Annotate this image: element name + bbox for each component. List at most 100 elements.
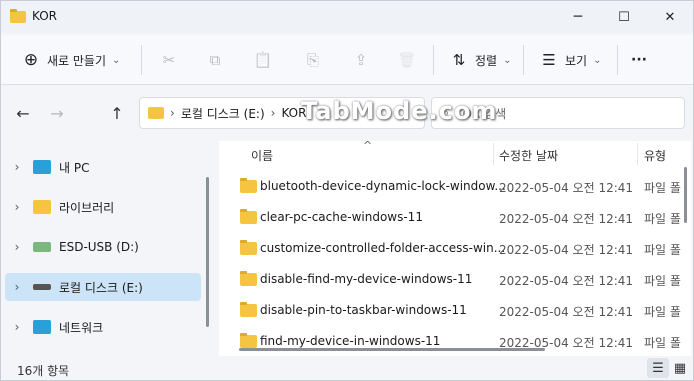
- paste-button[interactable]: 📋: [253, 35, 273, 85]
- sidebar-item-label: ESD-USB (D:): [59, 240, 139, 254]
- sidebar-item-label: 내 PC: [59, 160, 90, 175]
- file-name: disable-pin-to-taskbar-windows-11: [260, 303, 467, 317]
- view-label: 보기: [565, 53, 588, 68]
- file-name: customize-controlled-folder-access-win..…: [260, 241, 506, 255]
- chevron-right-icon[interactable]: ›: [7, 280, 27, 294]
- file-modified: 2022-05-04 오전 12:41: [499, 181, 634, 195]
- rename-icon: ⎘: [306, 51, 319, 69]
- view-icon: ☰: [542, 51, 556, 69]
- sidebar-item-libraries[interactable]: › 라이브러리: [5, 193, 201, 221]
- chevron-right-icon[interactable]: ›: [7, 200, 27, 214]
- folder-icon: [240, 271, 257, 286]
- share-button[interactable]: ⇪: [351, 35, 371, 85]
- sort-label: 정렬: [475, 53, 498, 68]
- horizontal-scrollbar[interactable]: [239, 348, 545, 351]
- network-icon: [33, 320, 51, 334]
- file-type: 파일 폴: [644, 274, 681, 288]
- forward-button[interactable]: →: [45, 101, 69, 125]
- toolbar-divider: [433, 45, 434, 75]
- details-view-icon: ☰: [652, 360, 664, 376]
- chevron-down-icon: ⌄: [112, 54, 121, 66]
- file-list: ^ 이름 수정한 날짜 유형 bluetooth-device-dynamic-…: [219, 141, 691, 356]
- up-button: [79, 101, 97, 125]
- chevron-down-icon: ⌄: [593, 54, 602, 66]
- breadcrumb-separator: ›: [170, 106, 175, 120]
- folder-icon: [240, 302, 257, 317]
- breadcrumb-drive[interactable]: 로컬 디스크 (E:): [181, 105, 265, 122]
- more-icon: ···: [631, 52, 647, 68]
- table-row[interactable]: customize-controlled-folder-access-win..…: [219, 233, 681, 264]
- folder-icon: [148, 107, 164, 119]
- vertical-scrollbar[interactable]: [684, 167, 687, 223]
- plus-icon: ⊕: [23, 50, 39, 70]
- minimize-button[interactable]: ─: [555, 1, 601, 33]
- column-header-type[interactable]: 유형: [644, 147, 666, 164]
- sort-button[interactable]: ⇅ 정렬 ⌄: [449, 35, 512, 85]
- table-row[interactable]: bluetooth-device-dynamic-lock-window... …: [219, 171, 681, 202]
- maximize-button[interactable]: ☐: [601, 1, 647, 33]
- item-count: 16개 항목: [17, 364, 70, 378]
- table-row[interactable]: clear-pc-cache-windows-11 2022-05-04 오전 …: [219, 202, 681, 233]
- column-divider[interactable]: [493, 143, 494, 165]
- folder-icon: [240, 209, 257, 224]
- trash-icon: 🗑: [397, 51, 417, 69]
- toolbar-divider: [617, 45, 618, 75]
- title-bar: KOR ─ ☐ ✕: [1, 1, 693, 33]
- rename-button[interactable]: ⎘: [303, 35, 323, 85]
- up-button[interactable]: ↑: [105, 101, 129, 125]
- sort-arrow-icon: ^: [363, 141, 373, 152]
- chevron-right-icon[interactable]: ›: [7, 240, 27, 254]
- file-modified: 2022-05-04 오전 12:41: [499, 305, 634, 319]
- toolbar-divider: [141, 45, 142, 75]
- share-icon: ⇪: [354, 51, 368, 69]
- sidebar-item-label: 네트워크: [59, 320, 104, 335]
- sidebar-item-label: 라이브러리: [59, 200, 115, 215]
- drive-icon: [33, 284, 51, 290]
- details-view-button[interactable]: ☰: [647, 358, 669, 378]
- window-title: KOR: [32, 9, 57, 23]
- file-modified: 2022-05-04 오전 12:41: [499, 274, 634, 288]
- file-type: 파일 폴: [644, 181, 681, 195]
- tiles-view-icon: ▦: [673, 360, 687, 376]
- delete-button[interactable]: 🗑: [397, 35, 417, 85]
- breadcrumb-separator: ›: [270, 106, 276, 120]
- cut-button[interactable]: ✂: [159, 35, 179, 85]
- table-row[interactable]: disable-pin-to-taskbar-windows-11 2022-0…: [219, 295, 681, 326]
- folder-icon: [240, 333, 257, 348]
- sidebar-scrollbar[interactable]: [206, 177, 209, 327]
- file-type: 파일 폴: [644, 305, 681, 319]
- sidebar-item-this-pc[interactable]: › 내 PC: [5, 153, 201, 181]
- view-button[interactable]: ☰ 보기 ⌄: [539, 35, 601, 85]
- table-row[interactable]: find-my-device-in-windows-11 2022-05-04 …: [219, 326, 681, 356]
- more-button[interactable]: ···: [631, 35, 647, 85]
- copy-icon: ⧉: [209, 51, 221, 69]
- sidebar-item-network[interactable]: › 네트워크: [5, 313, 201, 341]
- navigation-pane: › 내 PC › 라이브러리 › ESD-USB (D:) › 로컬 디스크 (…: [1, 141, 206, 356]
- column-header-modified[interactable]: 수정한 날짜: [499, 147, 558, 164]
- column-headers: ^ 이름 수정한 날짜 유형: [219, 141, 691, 167]
- chevron-right-icon[interactable]: ›: [7, 160, 27, 174]
- tiles-view-button[interactable]: ▦: [669, 358, 691, 378]
- file-name: clear-pc-cache-windows-11: [260, 210, 423, 224]
- new-button[interactable]: ⊕ 새로 만들기 ⌄: [21, 35, 121, 85]
- toolbar-divider: [523, 45, 524, 75]
- sidebar-item-usb-drive[interactable]: › ESD-USB (D:): [5, 233, 201, 261]
- sidebar-item-local-disk[interactable]: › 로컬 디스크 (E:): [5, 273, 201, 301]
- column-header-name[interactable]: 이름: [251, 147, 273, 164]
- sidebar-item-label: 로컬 디스크 (E:): [59, 280, 143, 295]
- file-modified: 2022-05-04 오전 12:41: [499, 243, 634, 257]
- file-name: disable-find-my-device-windows-11: [260, 272, 473, 286]
- file-type: 파일 폴: [644, 336, 681, 350]
- column-divider[interactable]: [637, 143, 638, 165]
- command-bar: ⊕ 새로 만들기 ⌄ ✂ ⧉ 📋 ⎘ ⇪ 🗑 ⇅ 정렬 ⌄ ☰ 보기 ⌄ ···: [1, 35, 693, 85]
- close-button[interactable]: ✕: [647, 1, 693, 33]
- table-row[interactable]: disable-find-my-device-windows-11 2022-0…: [219, 264, 681, 295]
- file-explorer-window: KOR ─ ☐ ✕ ⊕ 새로 만들기 ⌄ ✂ ⧉ 📋 ⎘ ⇪ 🗑 ⇅ 정렬 ⌄ …: [0, 0, 694, 381]
- back-button[interactable]: ←: [11, 101, 35, 125]
- file-name: find-my-device-in-windows-11: [260, 334, 441, 348]
- file-type: 파일 폴: [644, 212, 681, 226]
- folder-icon: [10, 9, 26, 23]
- chevron-right-icon[interactable]: ›: [7, 320, 27, 334]
- copy-button[interactable]: ⧉: [205, 35, 225, 85]
- new-label: 새로 만들기: [47, 53, 107, 68]
